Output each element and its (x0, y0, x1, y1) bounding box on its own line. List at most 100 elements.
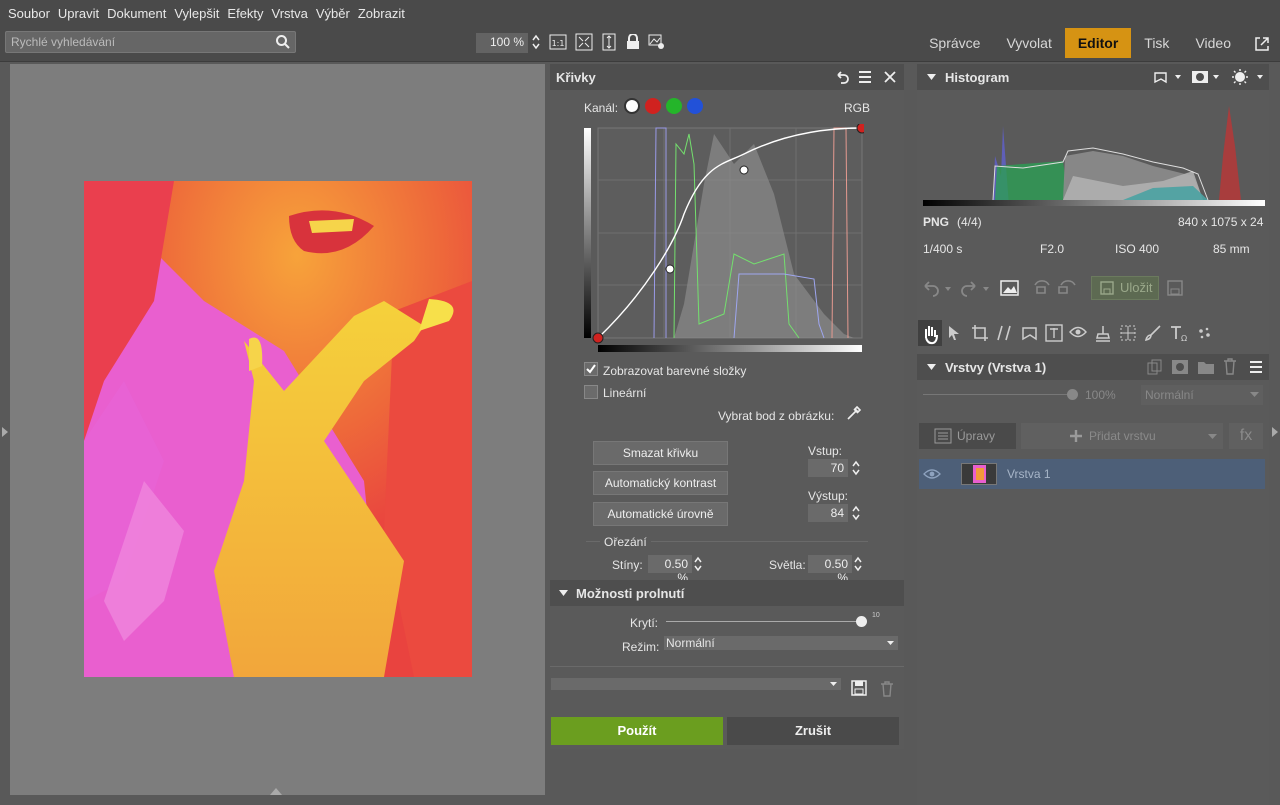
opacity-slider-track[interactable] (666, 621, 862, 622)
text-box-tool-icon[interactable] (1045, 324, 1063, 342)
actual-size-icon[interactable]: 1:1 (548, 32, 568, 52)
undo-icon[interactable] (921, 278, 955, 298)
layer-opacity-slider[interactable] (923, 394, 1073, 395)
save-button[interactable]: Uložit (1091, 276, 1159, 300)
channel-red-button[interactable] (645, 98, 661, 114)
crop-tool-icon[interactable] (971, 324, 989, 342)
tab-vyvolat[interactable]: Vyvolat (993, 26, 1064, 60)
zoom-field[interactable]: 100 % (476, 33, 528, 53)
menu-upravit[interactable]: Upravit (58, 6, 99, 21)
fit-screen-icon[interactable] (574, 32, 594, 52)
select-tool-icon[interactable] (947, 325, 961, 341)
expand-bottom-icon[interactable] (270, 788, 282, 795)
close-icon[interactable] (884, 71, 896, 83)
menu-vrstva[interactable]: Vrstva (272, 6, 308, 21)
right-edge (1269, 62, 1280, 805)
preset-select[interactable] (551, 678, 841, 690)
linear-checkbox[interactable] (584, 385, 598, 399)
add-layer-button[interactable]: Přidat vrstvu (1021, 423, 1223, 449)
menu-zobrazit[interactable]: Zobrazit (358, 6, 405, 21)
channel-blue-button[interactable] (687, 98, 703, 114)
svg-text:1:1: 1:1 (552, 39, 565, 48)
input-stepper-icon[interactable] (852, 459, 860, 477)
mask-icon[interactable] (1171, 359, 1189, 375)
auto-contrast-button[interactable]: Automatický kontrast (593, 471, 728, 495)
duplicate-layer-icon[interactable] (1147, 359, 1163, 375)
red-eye-tool-icon[interactable] (1069, 325, 1087, 339)
linear-label: Lineární (603, 386, 647, 400)
apply-button[interactable]: Použít (551, 717, 723, 745)
collapse-icon (559, 590, 568, 596)
delete-preset-icon[interactable] (880, 681, 894, 697)
channel-green-button[interactable] (666, 98, 682, 114)
menu-icon[interactable] (858, 70, 872, 84)
auto-levels-button[interactable]: Automatické úrovně (593, 502, 728, 526)
effects-tool-icon[interactable] (1197, 325, 1213, 341)
rotate-icon[interactable] (1031, 279, 1079, 297)
tab-editor[interactable]: Editor (1064, 28, 1132, 58)
clone-stamp-tool-icon[interactable] (1094, 324, 1112, 342)
blend-header[interactable]: Možnosti prolnutí (550, 580, 904, 606)
layer-blend-select[interactable]: Normální (1141, 385, 1263, 405)
hand-tool-icon[interactable] (918, 320, 942, 346)
text-tool-icon[interactable]: Ω (1169, 324, 1189, 342)
tab-tisk[interactable]: Tisk (1131, 26, 1182, 60)
highlights-stepper-icon[interactable] (854, 555, 862, 573)
image-settings-icon[interactable] (647, 32, 667, 52)
shadows-field[interactable]: 0.50 % (648, 555, 692, 585)
folder-icon[interactable] (1197, 359, 1215, 375)
menu-vylepsit[interactable]: Vylepšit (174, 6, 219, 21)
tab-spravce[interactable]: Správce (916, 26, 993, 60)
opacity-slider-handle[interactable] (856, 616, 867, 627)
external-window-icon[interactable] (1244, 26, 1280, 60)
curves-graph[interactable] (584, 124, 864, 354)
input-field[interactable]: 70 (808, 459, 848, 477)
menu-efekty[interactable]: Efekty (227, 6, 263, 21)
clear-curve-button[interactable]: Smazat křivku (593, 441, 728, 465)
transform-tool-icon[interactable] (1021, 324, 1039, 342)
undo-icon[interactable] (834, 69, 850, 85)
menu-vyber[interactable]: Výběr (316, 6, 350, 21)
menu-soubor[interactable]: Soubor (8, 6, 50, 21)
histogram-brightness-icon[interactable] (1231, 68, 1267, 86)
chevron-down-icon (887, 641, 894, 645)
fit-height-icon[interactable] (599, 32, 619, 52)
search-input[interactable]: Rychlé vyhledávání (5, 31, 296, 53)
tab-video[interactable]: Video (1182, 26, 1244, 60)
histogram-channel-icon[interactable] (1191, 69, 1221, 85)
histogram-mode-icon[interactable] (1153, 69, 1183, 85)
blend-mode-value: Normální (666, 636, 715, 650)
show-components-checkbox[interactable] (584, 362, 598, 376)
selection-tool-icon[interactable] (1119, 324, 1137, 342)
fx-button[interactable]: fx (1229, 423, 1263, 449)
eye-icon[interactable] (923, 468, 941, 480)
lock-icon[interactable] (623, 32, 643, 52)
expand-right-icon[interactable] (1272, 427, 1278, 437)
channel-rgb-button[interactable] (624, 98, 640, 114)
panel-splitter[interactable] (906, 62, 917, 805)
save-preset-icon[interactable] (851, 680, 867, 696)
delete-layer-icon[interactable] (1223, 358, 1237, 375)
layers-menu-icon[interactable] (1249, 360, 1263, 374)
highlights-field[interactable]: 0.50 % (808, 555, 852, 585)
layer-row[interactable]: Vrstva 1 (919, 459, 1265, 489)
output-field[interactable]: 84 (808, 504, 848, 522)
image-icon[interactable] (1000, 279, 1020, 297)
save-as-icon[interactable] (1167, 280, 1183, 296)
output-stepper-icon[interactable] (852, 504, 860, 522)
straighten-tool-icon[interactable] (995, 324, 1013, 342)
layer-opacity-handle[interactable] (1067, 389, 1078, 400)
menu-dokument[interactable]: Dokument (107, 6, 166, 21)
adjustments-button[interactable]: Úpravy (919, 423, 1016, 449)
cancel-button[interactable]: Zrušit (727, 717, 899, 745)
search-icon[interactable] (275, 34, 291, 50)
expand-left-icon[interactable] (2, 427, 8, 437)
redo-icon[interactable] (959, 278, 993, 298)
layers-header[interactable]: Vrstvy (Vrstva 1) (917, 354, 1269, 380)
zoom-stepper-icon[interactable] (529, 32, 543, 52)
shadows-stepper-icon[interactable] (694, 555, 702, 573)
blend-mode-select[interactable]: Normální (664, 636, 898, 650)
eyedropper-icon[interactable] (846, 405, 862, 421)
histogram-header[interactable]: Histogram (917, 64, 1269, 90)
brush-tool-icon[interactable] (1144, 324, 1162, 342)
